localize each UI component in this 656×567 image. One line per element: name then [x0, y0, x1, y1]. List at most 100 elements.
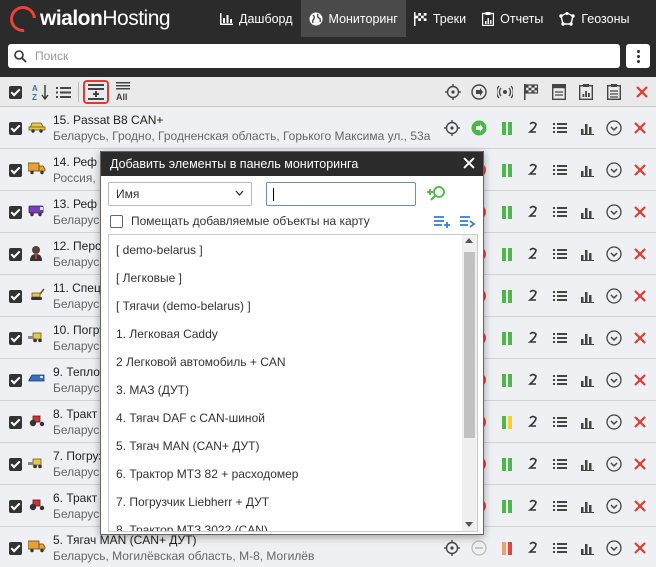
list-item[interactable]: 8. Трактор МТЗ 3022 (CAN) [109, 516, 477, 531]
unit-name[interactable]: 10. Погру [53, 323, 105, 337]
unit-name[interactable]: 9. Тепло [53, 365, 100, 379]
unit-name[interactable]: 13. Реф [53, 197, 97, 211]
unit-report-icon[interactable] [578, 371, 596, 389]
filter-select[interactable]: Имя [108, 182, 252, 206]
nav-dashboard[interactable]: Дашборд [212, 0, 301, 37]
unit-report-icon[interactable] [578, 455, 596, 473]
remove-unit-icon[interactable] [631, 287, 649, 305]
unit-checkbox[interactable] [9, 164, 22, 177]
unit-checkbox[interactable] [9, 374, 22, 387]
sensor-status-icon[interactable] [498, 203, 516, 221]
unit-row[interactable]: 15. Passat B8 CAN+ Беларусь, Гродно, Грод… [0, 107, 656, 149]
search-input[interactable]: Поиск [8, 44, 620, 68]
driver-icon[interactable] [524, 497, 542, 515]
unit-menu-icon[interactable] [551, 497, 569, 515]
remove-unit-icon[interactable] [631, 455, 649, 473]
unit-name[interactable]: 7. Погруз [53, 449, 104, 463]
sensor-status-icon[interactable] [498, 455, 516, 473]
dialog-search-input[interactable] [266, 182, 416, 206]
locate-unit-icon[interactable] [443, 119, 461, 137]
nav-reports[interactable]: Отчеты [474, 0, 551, 37]
list-item[interactable]: 4. Тягач DAF с CAN-шиной [109, 404, 477, 432]
messages-icon[interactable] [548, 81, 570, 103]
nav-geofences[interactable]: Геозоны [551, 0, 637, 37]
unit-menu-icon[interactable] [551, 161, 569, 179]
place-on-map-checkbox[interactable]: Помещать добавляемые объекты на карту [110, 214, 370, 228]
driver-icon[interactable] [524, 455, 542, 473]
sensor-status-icon[interactable] [498, 539, 516, 557]
expand-icon[interactable] [605, 161, 623, 179]
expand-icon[interactable] [605, 287, 623, 305]
driver-icon[interactable] [524, 539, 542, 557]
locate-icon[interactable] [442, 81, 464, 103]
remove-unit-icon[interactable] [631, 329, 649, 347]
unit-checkbox[interactable] [9, 416, 22, 429]
scroll-thumb[interactable] [464, 252, 475, 438]
unit-name[interactable]: 5. Тягач MAN (CAN+ ДУТ) [53, 533, 197, 547]
expand-icon[interactable] [605, 245, 623, 263]
add-selected-icon[interactable] [460, 215, 476, 229]
list-item[interactable]: 6. Трактор МТЗ 82 + расходомер [109, 460, 477, 488]
commands-icon[interactable] [603, 81, 625, 103]
sensor-status-icon[interactable] [498, 329, 516, 347]
expand-icon[interactable] [605, 329, 623, 347]
sensor-status-icon[interactable] [498, 371, 516, 389]
list-icon[interactable] [52, 81, 74, 103]
remove-unit-icon[interactable] [631, 203, 649, 221]
driver-icon[interactable] [524, 329, 542, 347]
unit-checkbox[interactable] [9, 332, 22, 345]
unit-report-icon[interactable] [578, 203, 596, 221]
expand-icon[interactable] [605, 413, 623, 431]
expand-icon[interactable] [605, 539, 623, 557]
scroll-up-arrow[interactable] [465, 238, 473, 243]
unit-report-icon[interactable] [578, 413, 596, 431]
select-all-checkbox[interactable] [4, 81, 26, 103]
unit-menu-icon[interactable] [551, 413, 569, 431]
unit-checkbox[interactable] [9, 458, 22, 471]
unit-name[interactable]: 11. Спец [53, 281, 101, 295]
list-item[interactable]: 3. МАЗ (ДУТ) [109, 376, 477, 404]
list-item[interactable]: 2 Легковой автомобиль + CAN [109, 348, 477, 376]
unit-name[interactable]: 15. Passat B8 CAN+ [53, 113, 163, 127]
add-items-icon[interactable] [83, 80, 109, 104]
list-item[interactable]: [ demo-belarus ] [109, 236, 477, 264]
remove-unit-icon[interactable] [631, 161, 649, 179]
unit-checkbox[interactable] [9, 500, 22, 513]
driver-icon[interactable] [524, 287, 542, 305]
unit-report-icon[interactable] [578, 539, 596, 557]
reports-icon[interactable] [575, 81, 597, 103]
unit-report-icon[interactable] [578, 119, 596, 137]
remove-unit-icon[interactable] [631, 413, 649, 431]
unit-name[interactable]: 8. Тракт [53, 407, 97, 421]
expand-icon[interactable] [605, 497, 623, 515]
stopped-state-icon[interactable] [470, 539, 488, 557]
remove-unit-icon[interactable] [631, 371, 649, 389]
add-all-icon[interactable] [434, 215, 450, 229]
unit-checkbox[interactable] [9, 290, 22, 303]
driver-icon[interactable] [524, 161, 542, 179]
remove-all-icon[interactable] [631, 81, 653, 103]
remove-unit-icon[interactable] [631, 497, 649, 515]
more-menu-button[interactable] [626, 44, 650, 68]
unit-checkbox[interactable] [9, 206, 22, 219]
expand-icon[interactable] [605, 119, 623, 137]
nav-tracks[interactable]: Треки [406, 0, 474, 37]
unit-menu-icon[interactable] [551, 203, 569, 221]
list-scrollbar[interactable] [462, 235, 477, 531]
connection-icon[interactable] [494, 81, 516, 103]
unit-checkbox[interactable] [9, 122, 22, 135]
driver-icon[interactable] [524, 119, 542, 137]
unit-name[interactable]: 6. Тракт [53, 491, 97, 505]
list-item[interactable]: [ Тягачи (demo-belarus) ] [109, 292, 477, 320]
sensor-status-icon[interactable] [498, 287, 516, 305]
sensor-status-icon[interactable] [498, 497, 516, 515]
unit-menu-icon[interactable] [551, 287, 569, 305]
state-icon[interactable] [468, 81, 490, 103]
expand-icon[interactable] [605, 455, 623, 473]
tracks-flag-icon[interactable] [520, 81, 542, 103]
unit-report-icon[interactable] [578, 287, 596, 305]
unit-menu-icon[interactable] [551, 119, 569, 137]
unit-menu-icon[interactable] [551, 245, 569, 263]
list-item[interactable]: 7. Погрузчик Liebherr + ДУТ [109, 488, 477, 516]
unit-checkbox[interactable] [9, 248, 22, 261]
